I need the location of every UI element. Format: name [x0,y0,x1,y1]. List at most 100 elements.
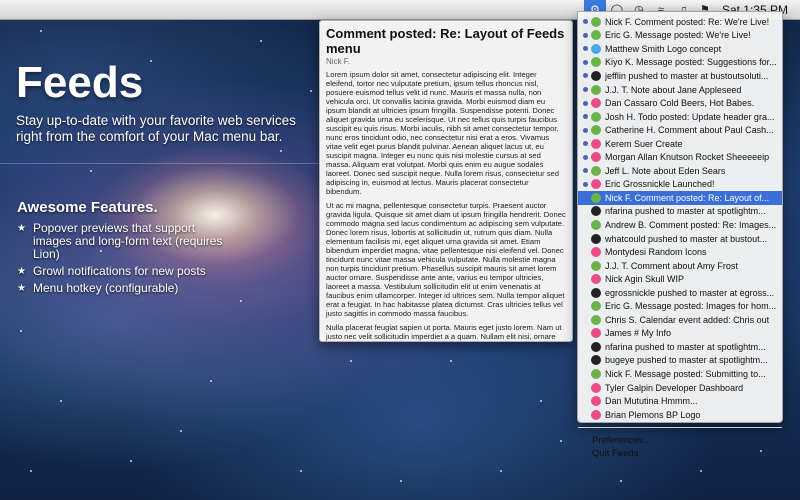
feed-menu-item[interactable]: egrossnickle pushed to master at egross.… [578,286,782,300]
feed-menu-item-text: Nick F. Comment posted: Re: Layout of... [605,192,770,203]
feed-menu-item[interactable]: Dan Cassaro Cold Beers, Hot Babes. [578,96,782,110]
feed-menu-item[interactable]: Kerem Suer Create [578,137,782,151]
feed-menu-item-text: Tyler Galpin Developer Dashboard [605,382,744,393]
feed-menu-item-text: nfarina pushed to master at spotlightm..… [605,206,766,217]
basecamp-icon [591,111,601,122]
basecamp-icon [591,16,601,27]
menu-separator [578,427,782,429]
popover-paragraph: Lorem ipsum dolor sit amet, consectetur … [326,70,559,196]
dribbble-icon [591,396,601,407]
feature-text: Popover previews that support images and… [33,221,223,261]
feature-text: Menu hotkey (configurable) [33,281,179,295]
dribbble-icon [591,328,601,339]
feed-menu-item-text: Nick F. Message posted: Submitting to... [605,368,766,379]
feed-menu-item[interactable]: Eric G. Message posted: Images for hom..… [578,299,782,313]
basecamp-icon [591,84,601,95]
feed-menu-item[interactable]: bugeye pushed to master at spotlightm... [578,354,782,368]
feed-menu-item-text: Nick F. Comment posted: Re: We're Live! [605,16,770,27]
popover-body: Lorem ipsum dolor sit amet, consectetur … [326,70,566,341]
unread-dot-icon [583,385,588,390]
feed-menu-item-text: Chris S. Calendar event added: Chris out [605,314,770,325]
basecamp-icon [591,57,601,68]
star-bullet-icon: ★ [17,266,26,277]
unread-dot-icon [583,290,588,295]
feed-menu-item-text: bugeye pushed to master at spotlightm... [605,355,768,366]
unread-dot-icon [583,344,588,349]
unread-dot-icon [583,399,588,404]
app-title: Feeds [16,58,144,107]
feed-menu-item-text: egrossnickle pushed to master at egross.… [605,287,775,298]
feed-menu-item[interactable]: jefflin pushed to master at bustoutsolut… [578,69,782,83]
unread-dot-icon [583,412,588,417]
feed-menu-item-text: Catherine H. Comment about Paul Cash... [605,125,774,136]
feature-item: ★ Popover previews that support images an… [17,222,232,261]
feed-menu-item-text: Andrew B. Comment posted: Re: Images... [605,219,777,230]
preferences-menu-item[interactable]: Preferences... [578,434,782,447]
feed-menu-item-text: Morgan Allan Knutson Rocket Sheeeeeip [605,152,770,163]
feed-menu-item[interactable]: Nick Agin Skull WIP [578,272,782,286]
unread-dot-icon [583,46,588,52]
feed-menu-item[interactable]: Catherine H. Comment about Paul Cash... [578,123,782,137]
feed-menu-item-text: James # My Info [605,328,672,339]
app-subtitle: Stay up-to-date with your favorite web s… [16,113,296,144]
feeds-menu: Nick F. Comment posted: Re: We're Live! E… [577,11,783,459]
feed-menu-item[interactable]: J.J. T. Note about Jane Appleseed [578,83,782,97]
feed-menu-item[interactable]: Nick F. Comment posted: Re: Layout of... [578,191,782,205]
feed-menu-item-text: Brian Plemons BP Logo [605,409,701,420]
feed-menu-item[interactable]: Morgan Allan Knutson Rocket Sheeeeeip [578,150,782,164]
feed-menu-item[interactable]: Matthew Smith Logo concept [578,42,782,56]
feed-menu-item-text: Eric G. Message posted: Images for hom..… [605,301,777,312]
star-bullet-icon: ★ [17,223,26,234]
feed-menu-item[interactable]: nfarina pushed to master at spotlightm..… [578,340,782,354]
feed-menu-item[interactable]: James # My Info [578,327,782,341]
unread-dot-icon [583,358,588,363]
feed-menu-item[interactable]: J.J. T. Comment about Amy Frost [578,259,782,273]
popover-paragraph: Ut ac mi magna, pellentesque consectetur… [326,201,566,318]
feed-menu-item[interactable]: nfarina pushed to master at spotlightm..… [578,205,782,219]
feed-menu-item[interactable]: Andrew B. Comment posted: Re: Images... [578,218,782,232]
feed-menu-item[interactable]: Nick F. Comment posted: Re: We're Live! [578,15,782,29]
unread-dot-icon [583,73,588,79]
feed-menu-item[interactable]: Brian Plemons BP Logo [578,408,782,422]
star-bullet-icon: ★ [17,283,26,294]
quit-menu-item[interactable]: Quit Feeds [578,447,782,460]
github-icon [591,206,601,217]
preview-popover: Comment posted: Re: Layout of Feeds menu… [319,20,573,342]
feature-item: ★ Menu hotkey (configurable) [17,282,232,295]
basecamp-icon [591,165,601,176]
dribbble-icon [591,138,601,149]
github-icon [591,341,601,352]
unread-dot-icon [583,250,588,255]
feed-menu-item[interactable]: Eric Grossnickle Launched! [578,178,782,192]
github-icon [591,233,601,244]
feed-menu-item[interactable]: Tyler Galpin Developer Dashboard [578,381,782,395]
dribbble-icon [591,247,601,258]
unread-dot-icon [583,127,588,133]
unread-dot-icon [583,141,588,147]
unread-dot-icon [583,195,588,200]
basecamp-icon [591,125,601,136]
feed-menu-item[interactable]: Chris S. Calendar event added: Chris out [578,313,782,327]
feed-menu-item-text: Montydesi Random Icons [605,247,707,258]
feed-menu-item-text: nfarina pushed to master at spotlightm..… [605,341,766,352]
github-icon [591,287,601,298]
feed-menu-item-text: Kiyo K. Message posted: Suggestions for.… [605,57,777,68]
feature-item: ★ Growl notifications for new posts [17,265,232,278]
feed-menu-item-text: J.J. T. Note about Jane Appleseed [605,84,742,95]
feed-menu-item[interactable]: Kiyo K. Message posted: Suggestions for.… [578,56,782,70]
dribbble-icon [591,274,601,285]
feed-menu-item[interactable]: Josh H. Todo posted: Update header gra..… [578,110,782,124]
popover-author: Nick F. [326,57,350,66]
feed-menu-item[interactable]: Nick F. Message posted: Submitting to... [578,367,782,381]
feed-menu-item-text: Jeff L. Note about Eden Sears [605,165,726,176]
feed-menu-item[interactable]: Montydesi Random Icons [578,245,782,259]
unread-dot-icon [583,114,588,120]
dribbble-icon [591,409,601,420]
feed-menu-item[interactable]: whatcould pushed to master at bustout... [578,232,782,246]
basecamp-icon [591,219,601,230]
dribbble-icon [591,152,601,163]
feed-menu-item[interactable]: Dan Mututina Hmmm... [578,394,782,408]
feed-menu-item[interactable]: Jeff L. Note about Eden Sears [578,164,782,178]
github-icon [591,70,601,81]
feed-menu-item[interactable]: Eric G. Message posted: We're Live! [578,29,782,43]
